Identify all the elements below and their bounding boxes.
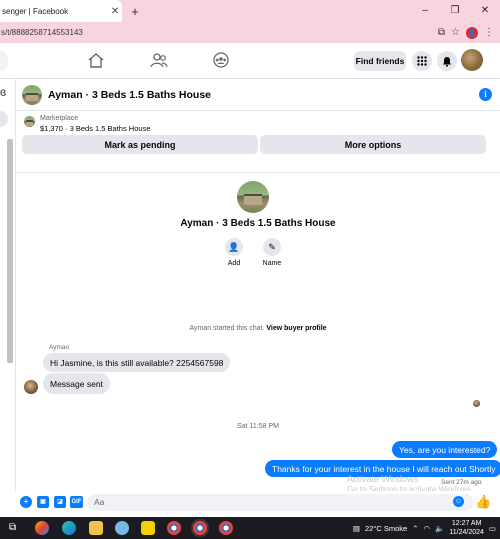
tab-title: senger | Facebook [2, 6, 69, 16]
network-icon[interactable]: ◠ [424, 524, 431, 533]
more-options-button[interactable]: More options [260, 135, 486, 154]
notification-icon[interactable]: ▭ [489, 524, 496, 533]
copilot-icon[interactable] [35, 521, 49, 535]
intro-name: Ayman · 3 Beds 1.5 Baths House [180, 218, 336, 229]
mark-as-pending-button[interactable]: Mark as pending [22, 135, 258, 154]
clock-time: 12:27 AM [451, 520, 482, 527]
edge-icon[interactable] [62, 521, 76, 535]
sticky-notes-icon[interactable] [141, 521, 155, 535]
chrome-profile-icon[interactable] [219, 521, 233, 535]
search-pill[interactable] [0, 51, 8, 71]
view-buyer-profile-link[interactable]: View buyer profile [266, 325, 326, 332]
chat-started-notice: Ayman started this chat. View buyer prof… [16, 325, 500, 332]
compose-icon[interactable]: ɞ [0, 85, 8, 101]
intro-avatar [237, 181, 269, 213]
emoji-icon[interactable]: ☺ [453, 496, 464, 507]
incoming-message[interactable]: Message sent [43, 373, 110, 394]
gif-icon[interactable]: GIF [70, 496, 83, 508]
address-bar-icons: ⧉ ☆ 👤 ⋮ [438, 26, 500, 39]
name-action[interactable]: ✎ Name [252, 238, 292, 267]
browser-menu-icon[interactable]: ⋮ [484, 27, 494, 38]
browser-tab-bar: senger | Facebook ✕ + – ❐ ✕ [0, 0, 500, 22]
cast-icon[interactable]: ⧉ [438, 27, 445, 38]
add-person-icon: 👤 [225, 238, 243, 256]
groups-icon[interactable] [211, 52, 231, 70]
close-tab-icon[interactable]: ✕ [108, 6, 122, 17]
profile-avatar[interactable] [461, 49, 483, 71]
sticker-icon[interactable]: ◪ [54, 496, 66, 508]
find-friends-button[interactable]: Find friends [354, 51, 406, 71]
thumbs-up-icon[interactable]: 👍 [475, 494, 491, 510]
url-field[interactable]: s/t/8888258714553143 [0, 28, 438, 37]
add-action[interactable]: 👤 Add [214, 238, 254, 267]
photo-icon[interactable]: ▣ [37, 496, 49, 508]
system-tray: ▤ 22°C Smoke ⌃ ◠ 🔈 12:27 AM 11/24/2024 ▭ [353, 517, 496, 539]
close-window-button[interactable]: ✕ [470, 0, 500, 22]
left-sidebar-sliver: ɞ [0, 79, 16, 499]
message-input[interactable]: Aa [87, 494, 473, 511]
add-label: Add [227, 260, 241, 267]
weather-text[interactable]: 22°C Smoke [365, 524, 407, 533]
app-icon[interactable] [115, 521, 129, 535]
marketplace-listing-bar: Marketplace $1,370 · 3 Beds 1.5 Baths Ho… [16, 111, 500, 173]
chat-started-text: Ayman started this chat. [189, 325, 265, 332]
pencil-icon: ✎ [263, 238, 281, 256]
notifications-bell-icon[interactable] [437, 51, 457, 71]
sidebar-scrollbar[interactable] [7, 139, 13, 363]
menu-grid-icon[interactable] [412, 51, 432, 71]
minimize-button[interactable]: – [410, 0, 440, 22]
address-bar: s/t/8888258714553143 ⧉ ☆ 👤 ⋮ [0, 22, 500, 43]
chrome-icon[interactable] [167, 521, 181, 535]
file-explorer-icon[interactable] [89, 521, 103, 535]
weather-icon[interactable]: ▤ [353, 524, 360, 533]
bookmark-star-icon[interactable]: ☆ [451, 27, 460, 38]
chrome-active-icon[interactable] [193, 521, 207, 535]
activate-windows-title: Activate Windows [347, 474, 419, 484]
volume-icon[interactable]: 🔈 [435, 524, 444, 533]
chat-header: Ayman · 3 Beds 1.5 Baths House i [16, 79, 500, 111]
profile-icon[interactable]: 👤 [466, 26, 478, 39]
friends-icon[interactable] [149, 52, 169, 70]
message-composer: + ▣ ◪ GIF Aa ☺ 👍 [0, 491, 500, 513]
sidebar-search[interactable] [0, 111, 8, 127]
new-tab-button[interactable]: + [126, 4, 144, 19]
chevron-up-icon[interactable]: ⌃ [412, 524, 418, 533]
plus-icon[interactable]: + [20, 496, 32, 508]
home-icon[interactable] [86, 52, 106, 70]
info-icon[interactable]: i [479, 88, 492, 101]
browser-tab[interactable]: senger | Facebook ✕ [0, 0, 122, 22]
windows-taskbar: ⧉ ▤ 22°C Smoke ⌃ ◠ 🔈 12:27 AM 11/24/2024… [0, 517, 500, 539]
sent-status: Sent 27m ago [441, 479, 482, 486]
sender-avatar[interactable] [24, 380, 38, 394]
window-controls: – ❐ ✕ [410, 0, 500, 22]
listing-thumbnail[interactable] [24, 116, 35, 127]
restore-button[interactable]: ❐ [440, 0, 470, 22]
task-view-icon[interactable]: ⧉ [9, 521, 23, 535]
clock[interactable]: 12:27 AM 11/24/2024 [449, 519, 484, 537]
clock-date: 11/24/2024 [449, 529, 484, 536]
seen-avatar [473, 400, 480, 407]
chat-timestamp: Sat 11:58 PM [237, 423, 279, 430]
outgoing-message[interactable]: Yes, are you interested? [392, 441, 498, 458]
name-label: Name [262, 260, 282, 267]
chat-title[interactable]: Ayman · 3 Beds 1.5 Baths House [48, 89, 211, 101]
chat-avatar[interactable] [22, 84, 42, 105]
incoming-message[interactable]: Hi Jasmine, is this still available? 225… [43, 353, 231, 372]
marketplace-label: Marketplace [40, 115, 79, 122]
listing-price[interactable]: $1,370 · 3 Beds 1.5 Baths House [40, 124, 151, 133]
sender-name: Ayman [49, 344, 70, 351]
facebook-top-nav: Find friends [0, 43, 500, 79]
